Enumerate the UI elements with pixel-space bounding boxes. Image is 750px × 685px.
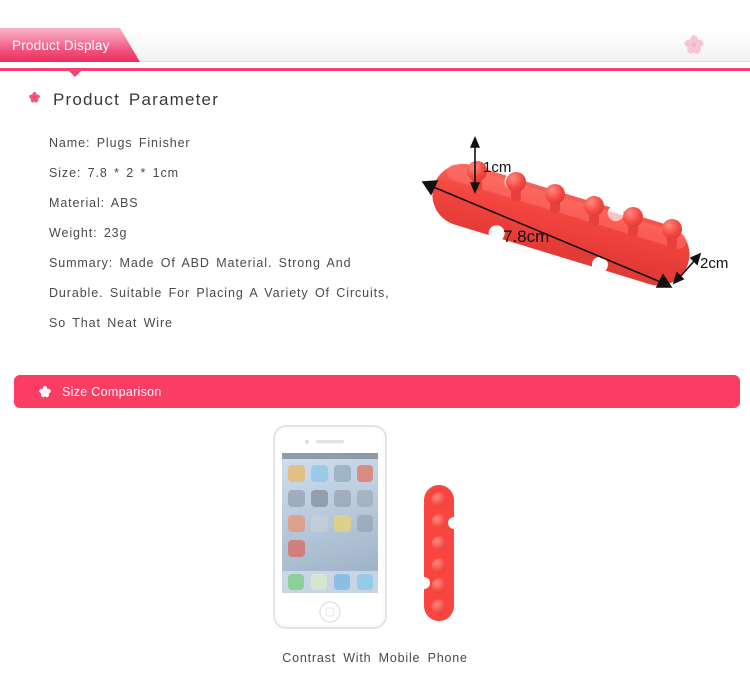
product-parameter-heading: Product Parameter [28,90,219,110]
dimension-label-length: 7.8cm [503,227,549,246]
divider-caret-icon [69,71,81,77]
dimension-label-height: 1cm [483,159,511,176]
dimension-label-depth: 2cm [700,255,728,272]
cable-clip-photo: 1cm 7.8cm 2cm [405,120,745,310]
spec-summary-line-2: Durable. Suitable For Placing A Variety … [49,286,390,300]
spec-summary-line-1: Summary: Made Of ABD Material. Strong An… [49,256,352,270]
page-header: Product Display [0,28,750,62]
spec-name: Name: Plugs Finisher [49,136,191,150]
white-smartphone [272,424,388,630]
cable-clip-vertical [418,483,460,623]
tab-product-display-label: Product Display [12,37,110,53]
spec-summary-line-3: So That Neat Wire [49,316,173,330]
size-comparison-label: Size Comparison [62,384,162,399]
product-spec-list: Name: Plugs Finisher Size: 7.8 * 2 * 1cm… [49,128,399,338]
header-divider [0,68,750,71]
page-title: Product Parameter [53,90,220,109]
spec-material: Material: ABS [49,196,139,210]
spec-weight: Weight: 23g [49,226,128,240]
flower-icon [683,34,705,56]
tab-product-display[interactable]: Product Display [0,28,140,62]
flower-icon [38,385,52,399]
flower-bullet-icon [28,91,41,109]
comparison-caption: Contrast With Mobile Phone [282,651,468,665]
spec-size: Size: 7.8 * 2 * 1cm [49,166,179,180]
size-comparison-banner: Size Comparison [14,375,740,408]
